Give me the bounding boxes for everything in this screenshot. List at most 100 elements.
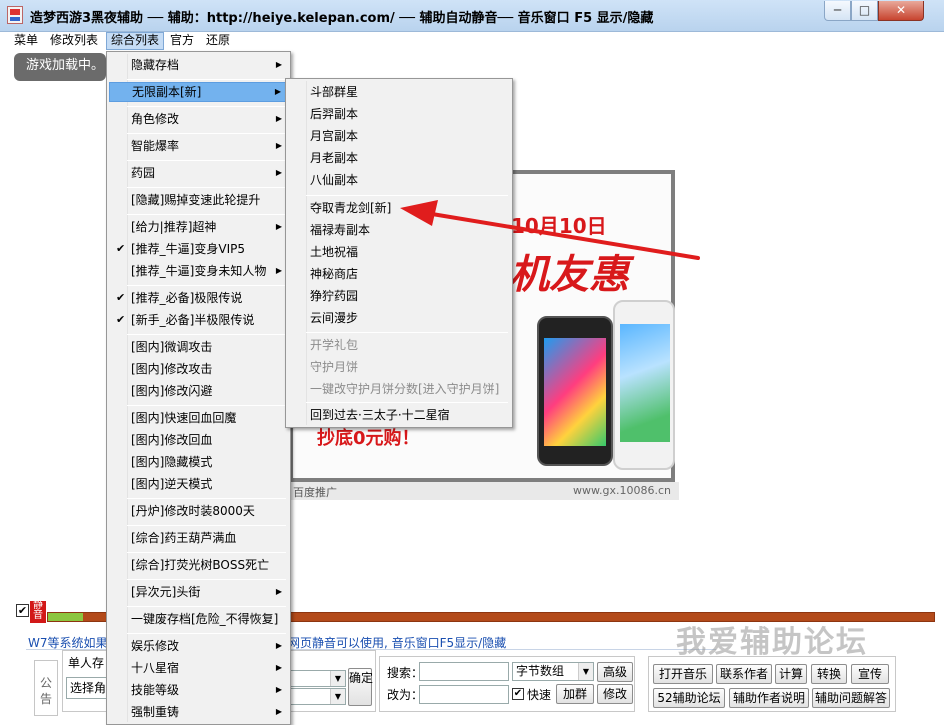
check-icon: ✔ bbox=[116, 291, 126, 304]
search-label: 搜索： bbox=[387, 666, 424, 680]
title-bar: 造梦西游3黑夜辅助 ── 辅助：http://heiye.kelepan.com… bbox=[0, 0, 944, 32]
menu-item[interactable]: [图内]修改闪避 bbox=[109, 381, 288, 401]
menu-item[interactable]: 后羿副本 bbox=[288, 104, 510, 124]
menu-item[interactable]: ✔ [推荐_牛逼]变身VIP5 bbox=[109, 239, 288, 259]
menu-restore[interactable]: 还原 bbox=[202, 32, 234, 50]
mute-checkbox[interactable]: ✔ bbox=[16, 604, 29, 617]
replace-label: 改为： bbox=[387, 688, 424, 702]
contact-author-button[interactable]: 联系作者 bbox=[716, 664, 772, 684]
menu-item[interactable]: [图内]隐藏模式 bbox=[109, 452, 288, 472]
data-type-select[interactable]: 字节数组 ▼ bbox=[512, 662, 594, 681]
menu-item-label: 技能等级 bbox=[131, 683, 180, 697]
submenu-arrow-icon: ▶ bbox=[275, 707, 282, 716]
menu-menu[interactable]: 菜单 bbox=[10, 32, 42, 50]
menu-item[interactable]: 回到过去·三太子·十二星宿 bbox=[288, 405, 510, 425]
menu-item-label: 福禄寿副本 bbox=[310, 223, 371, 237]
menu-item[interactable]: 无限副本[新] ▶ bbox=[109, 82, 288, 102]
notice-right: 网页静音可以使用, 音乐窗口F5显示/隐藏 bbox=[288, 636, 507, 650]
menu-item[interactable]: 智能爆率 ▶ bbox=[109, 136, 288, 156]
confirm-button[interactable]: 确定 bbox=[348, 668, 373, 706]
menu-item[interactable]: 药园 ▶ bbox=[109, 163, 288, 183]
menu-item[interactable]: [异次元]头街 ▶ bbox=[109, 582, 288, 602]
single-save-label: 单人存 bbox=[68, 656, 105, 670]
menu-item[interactable]: 八仙副本 bbox=[288, 170, 510, 190]
menu-item[interactable]: 角色修改 ▶ bbox=[109, 109, 288, 129]
menu-item-label: 斗部群星 bbox=[310, 85, 359, 99]
menu-item-label: 智能爆率 bbox=[131, 139, 180, 153]
menu-item[interactable]: 十八星宿 ▶ bbox=[109, 658, 288, 678]
menu-item[interactable]: ✔ [新手_必备]半极限传说 bbox=[109, 310, 288, 330]
menu-general-list[interactable]: 综合列表 bbox=[106, 32, 165, 50]
menu-item[interactable]: 强制重铸 ▶ bbox=[109, 702, 288, 722]
menu-item-label: 开学礼包 bbox=[310, 338, 359, 352]
menu-item[interactable]: [图内]逆天模式 bbox=[109, 474, 288, 494]
menu-item[interactable]: [图内]修改攻击 bbox=[109, 359, 288, 379]
announcement-box[interactable]: 公告 bbox=[34, 660, 58, 716]
menu-item-label: 回到过去·三太子·十二星宿 bbox=[310, 408, 450, 422]
menu-item-label: 一键废存档[危险_不得恢复] bbox=[131, 612, 279, 626]
menu-item-label: [图内]修改闪避 bbox=[131, 384, 213, 398]
menu-item-label: 后羿副本 bbox=[310, 107, 359, 121]
submenu-arrow-icon: ▶ bbox=[275, 587, 282, 596]
save-slot-select-a[interactable]: ▼ bbox=[290, 670, 346, 687]
author-notes-button[interactable]: 辅助作者说明 bbox=[729, 688, 809, 708]
submenu-arrow-icon: ▶ bbox=[275, 114, 282, 123]
add-group-button[interactable]: 加群 bbox=[556, 684, 594, 704]
save-slot-select-b[interactable]: ▼ bbox=[290, 688, 346, 705]
menu-item[interactable]: [图内]修改回血 bbox=[109, 430, 288, 450]
close-button[interactable]: ✕ bbox=[878, 1, 924, 21]
menu-item-label: 月老副本 bbox=[310, 151, 359, 165]
menu-item[interactable]: 隐藏存档 ▶ bbox=[109, 55, 288, 75]
menu-item-label: 月宫副本 bbox=[310, 129, 359, 143]
search-input[interactable] bbox=[419, 662, 509, 681]
menu-item-label: [图内]逆天模式 bbox=[131, 477, 213, 491]
maximize-button[interactable]: □ bbox=[851, 1, 878, 21]
minimize-button[interactable]: ─ bbox=[824, 1, 851, 21]
menu-bar: 菜单 修改列表 综合列表 官方 还原 bbox=[0, 32, 944, 50]
menu-item[interactable]: [隐藏]赐掉变速此轮提升 bbox=[109, 190, 288, 210]
menu-item[interactable]: [推荐_牛逼]变身未知人物 ▶ bbox=[109, 261, 288, 281]
menu-item[interactable]: 娱乐修改 ▶ bbox=[109, 636, 288, 656]
fast-checkbox[interactable]: ✔ bbox=[512, 688, 524, 700]
menu-item[interactable]: [丹炉]修改时装8000天 bbox=[109, 501, 288, 521]
menu-item[interactable]: 狰狞药园 bbox=[288, 286, 510, 306]
menu-item: 守护月饼 bbox=[288, 357, 510, 377]
open-music-button[interactable]: 打开音乐 bbox=[653, 664, 713, 684]
menu-item[interactable]: [给力|推荐]超神 ▶ bbox=[109, 217, 288, 237]
forum-52-button[interactable]: 52辅助论坛 bbox=[653, 688, 725, 708]
menu-item[interactable]: [综合]药王葫芦满血 bbox=[109, 528, 288, 548]
menu-item[interactable]: 一键废存档[危险_不得恢复] bbox=[109, 609, 288, 629]
menu-item: 开学礼包 bbox=[288, 335, 510, 355]
calculate-button[interactable]: 计算 bbox=[775, 664, 807, 684]
menu-item-label: 守护月饼 bbox=[310, 360, 359, 374]
menu-item-label: 无限副本[新] bbox=[132, 85, 202, 99]
promote-button[interactable]: 宣传 bbox=[851, 664, 889, 684]
menu-item[interactable]: [图内]快速回血回魔 bbox=[109, 408, 288, 428]
menu-item[interactable]: 月宫副本 bbox=[288, 126, 510, 146]
submenu-arrow-icon: ▶ bbox=[275, 685, 282, 694]
menu-item-label: [综合]药王葫芦满血 bbox=[131, 531, 237, 545]
menu-item[interactable]: 月老副本 bbox=[288, 148, 510, 168]
menu-item[interactable]: ✔ [推荐_必备]极限传说 bbox=[109, 288, 288, 308]
select-role-button[interactable]: 选择角 bbox=[66, 677, 108, 699]
menu-item[interactable]: [图内]微调攻击 bbox=[109, 337, 288, 357]
menu-item-label: [异次元]头街 bbox=[131, 585, 201, 599]
menu-modify-list[interactable]: 修改列表 bbox=[46, 32, 102, 50]
submenu-arrow-icon: ▶ bbox=[275, 266, 282, 275]
menu-item[interactable]: 斗部群星 bbox=[288, 82, 510, 102]
menu-item-label: 神秘商店 bbox=[310, 267, 359, 281]
menu-item-label: 强制重铸 bbox=[131, 705, 180, 719]
menu-item[interactable]: 云间漫步 bbox=[288, 308, 510, 328]
app-icon bbox=[7, 6, 23, 24]
qa-button[interactable]: 辅助问题解答 bbox=[812, 688, 890, 708]
convert-button[interactable]: 转换 bbox=[811, 664, 847, 684]
menu-item-label: [图内]修改回血 bbox=[131, 433, 213, 447]
replace-input[interactable] bbox=[419, 685, 509, 704]
menu-item[interactable]: 技能等级 ▶ bbox=[109, 680, 288, 700]
menu-item-label: [新手_必备]半极限传说 bbox=[131, 313, 255, 327]
menu-item[interactable]: [综合]打荧光树BOSS死亡 bbox=[109, 555, 288, 575]
advanced-button[interactable]: 高级 bbox=[597, 662, 633, 682]
modify-button[interactable]: 修改 bbox=[597, 684, 633, 704]
ad-site: www.gx.10086.cn bbox=[573, 484, 671, 497]
menu-official[interactable]: 官方 bbox=[166, 32, 198, 50]
